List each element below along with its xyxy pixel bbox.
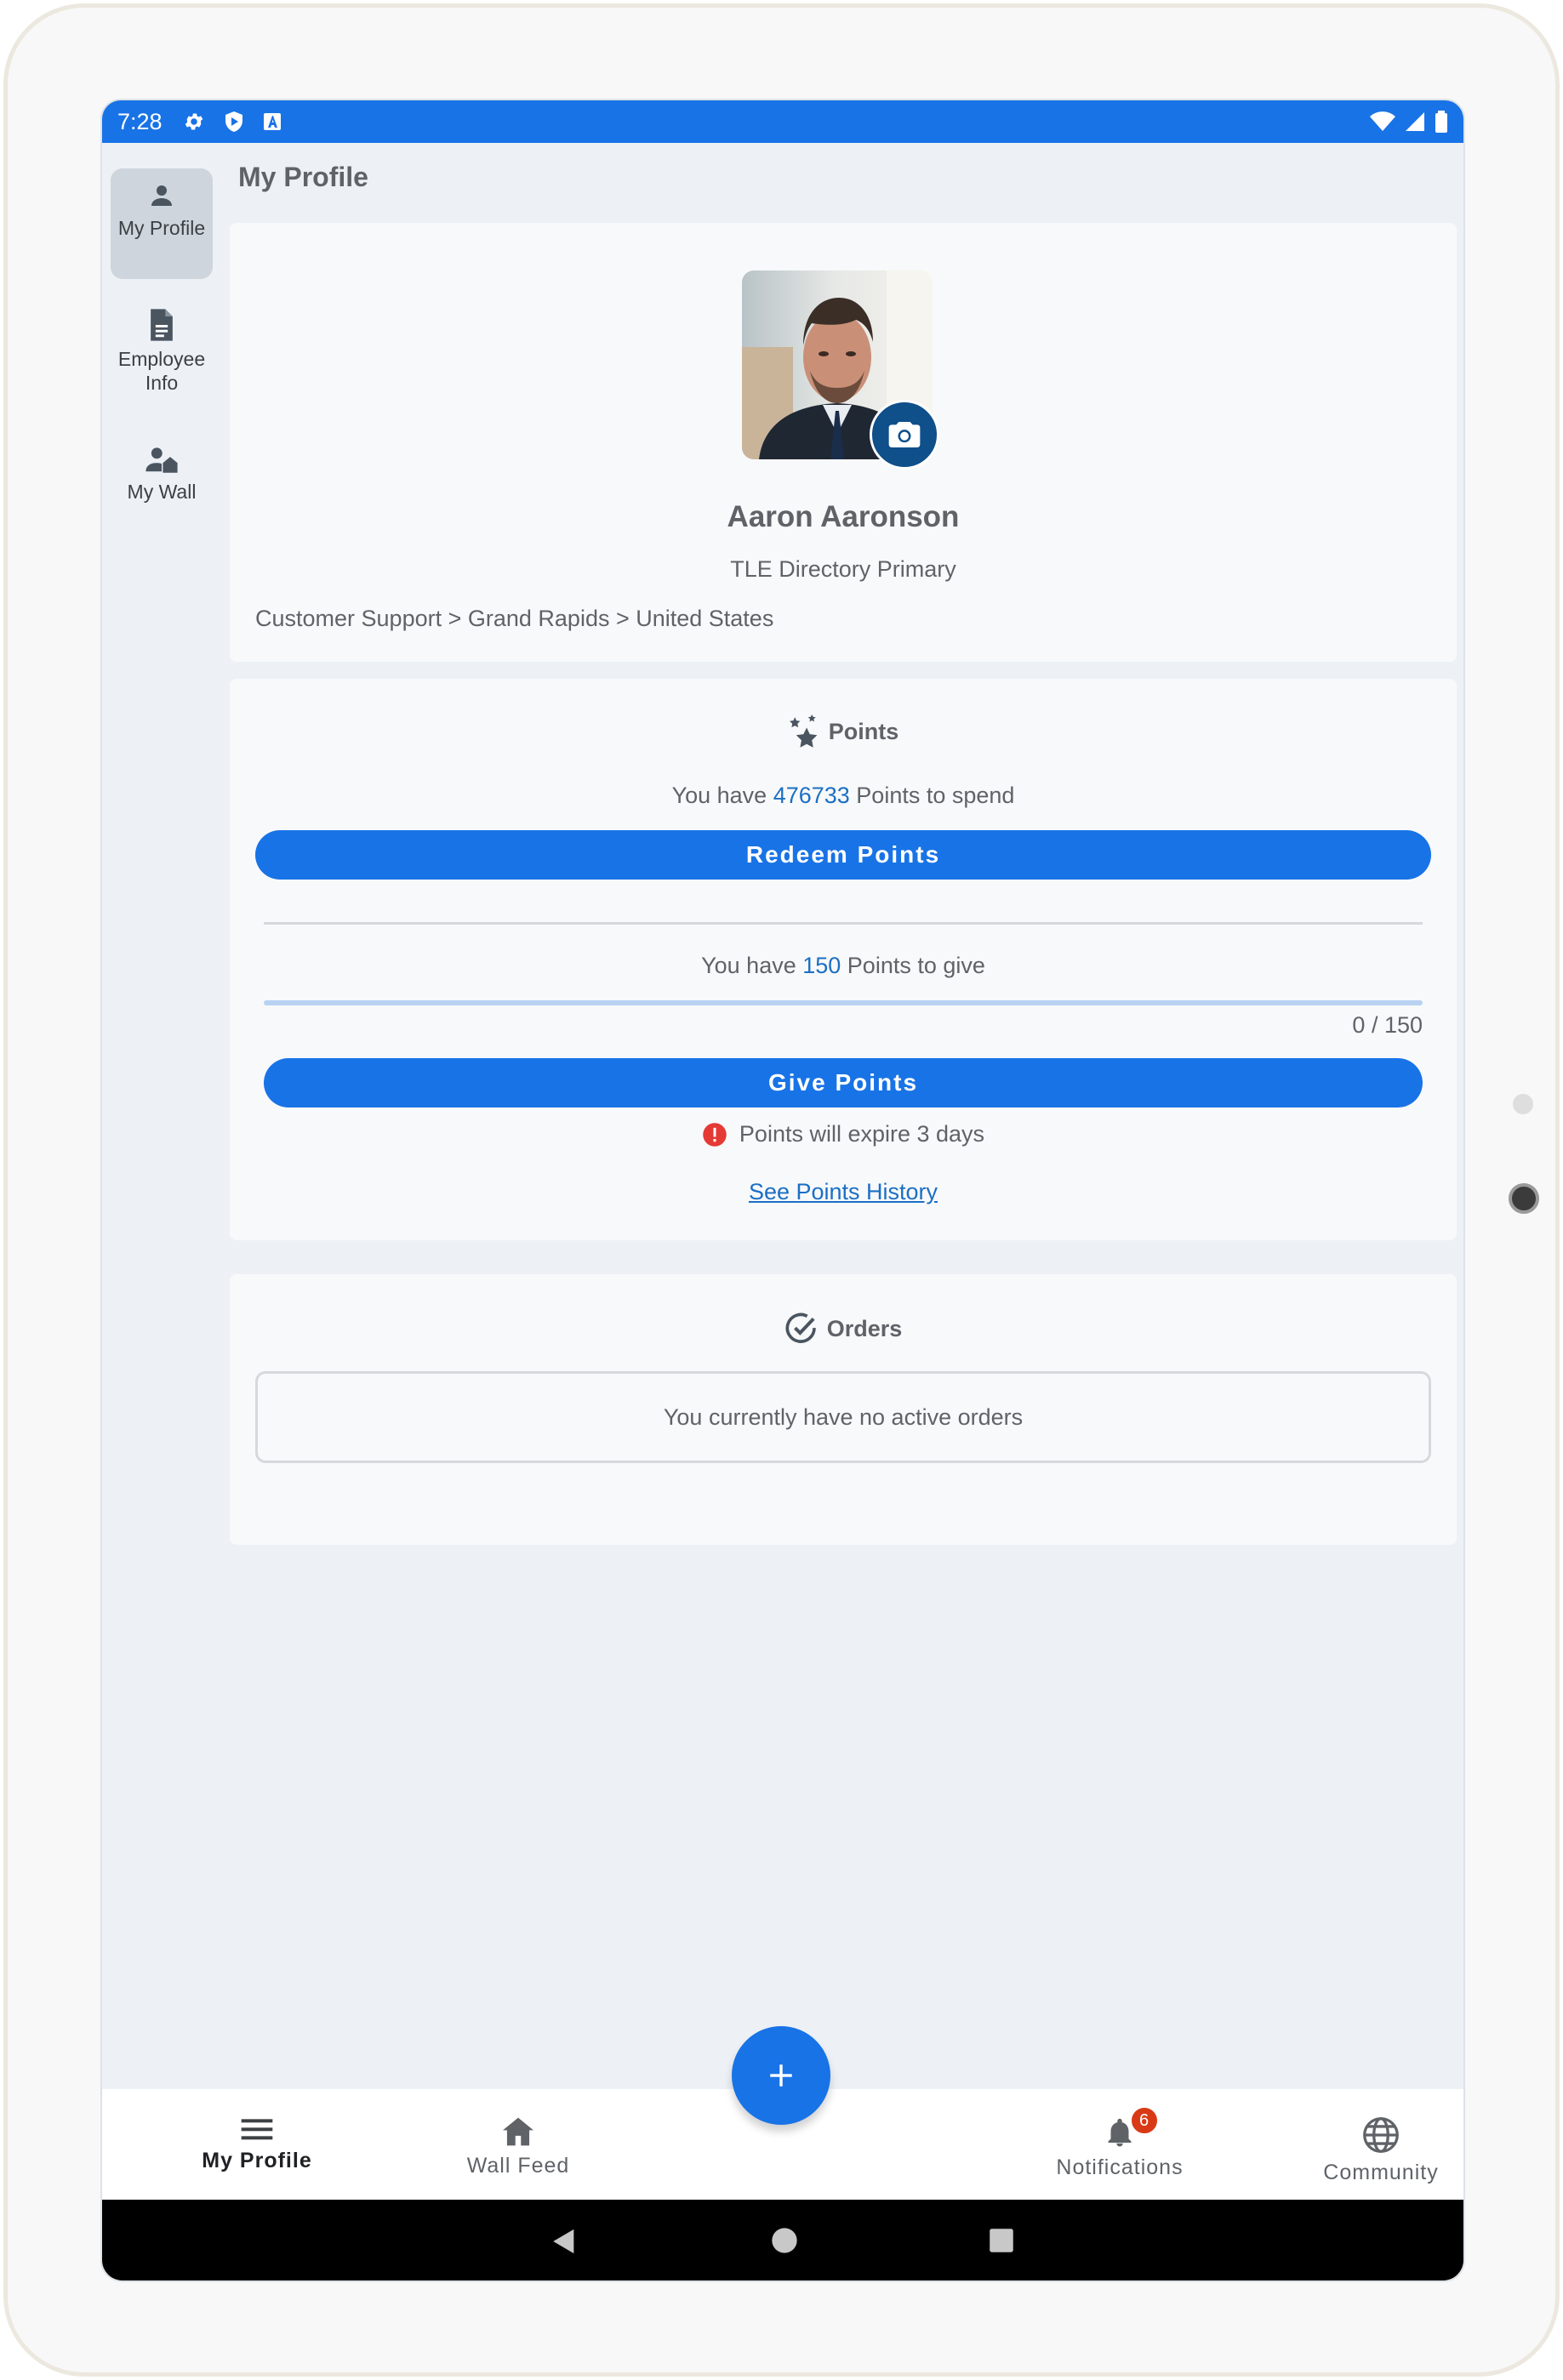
globe-icon xyxy=(1363,2117,1399,2153)
nav-label-community: Community xyxy=(1323,2161,1439,2184)
give-progress-bar xyxy=(264,1000,1423,1005)
home-circle-icon[interactable] xyxy=(771,2227,798,2254)
person-icon xyxy=(151,185,172,206)
status-bar: 7:28 xyxy=(102,100,1463,143)
profile-directory: TLE Directory Primary xyxy=(730,556,956,582)
system-navigation-bar xyxy=(102,2200,1463,2280)
add-button[interactable] xyxy=(732,2026,830,2125)
nav-label-notifications: Notifications xyxy=(1056,2155,1184,2179)
points-divider xyxy=(264,922,1423,925)
give-suffix: Points to give xyxy=(841,953,985,978)
spend-value: 476733 xyxy=(773,783,850,808)
stars-icon xyxy=(789,715,818,748)
orders-title: Orders xyxy=(826,1315,903,1341)
profile-path: Customer Support > Grand Rapids > United… xyxy=(255,606,774,631)
menu-icon xyxy=(241,2119,273,2140)
status-time: 7:28 xyxy=(117,108,163,134)
person-wall-icon xyxy=(145,447,178,473)
orders-card: Orders You currently have no active orde… xyxy=(230,1274,1457,1545)
settings-icon xyxy=(185,113,203,130)
points-title: Points xyxy=(828,718,899,744)
plus-icon xyxy=(770,2064,792,2087)
page-title: My Profile xyxy=(238,162,368,192)
signal-icon xyxy=(1406,112,1424,131)
give-prefix: You have xyxy=(701,953,803,978)
nav-label-wall-feed: Wall Feed xyxy=(466,2154,570,2178)
app-screen: 7:28 My Profile Employee Info My Wall My… xyxy=(100,99,1465,2282)
spend-prefix: You have xyxy=(671,783,773,808)
see-points-history-link[interactable]: See Points History xyxy=(749,1179,938,1204)
side-rail: My Profile Employee Info My Wall xyxy=(102,143,230,2184)
avatar-container xyxy=(742,270,939,470)
alert-icon xyxy=(703,1122,727,1147)
nav-community[interactable]: Community xyxy=(1279,2116,1463,2185)
orders-empty-state: You currently have no active orders xyxy=(255,1371,1431,1463)
back-icon[interactable] xyxy=(550,2227,579,2256)
font-a-icon xyxy=(263,113,281,130)
nav-label-my-profile: My Profile xyxy=(202,2149,312,2172)
rail-item-my-wall[interactable]: My Wall xyxy=(111,432,213,504)
recents-icon[interactable] xyxy=(989,2228,1014,2253)
sensor-dot xyxy=(1513,1094,1533,1114)
document-icon xyxy=(151,309,173,341)
rail-label-my-wall: My Wall xyxy=(127,481,197,503)
points-header: Points xyxy=(230,715,1457,749)
notifications-badge: 6 xyxy=(1130,2106,1159,2135)
check-circle-icon xyxy=(785,1312,816,1343)
give-progress-label: 0 / 150 xyxy=(1352,1012,1423,1038)
nav-notifications[interactable]: 6 Notifications xyxy=(1018,2106,1222,2180)
camera-icon xyxy=(888,422,921,447)
battery-icon xyxy=(1435,111,1447,133)
profile-card: Aaron Aaronson TLE Directory Primary Cus… xyxy=(230,223,1457,662)
points-to-spend: You have 476733 Points to spend xyxy=(230,783,1457,809)
profile-name: Aaron Aaronson xyxy=(727,500,960,533)
rail-label-info: Info xyxy=(145,372,179,394)
nav-wall-feed[interactable]: Wall Feed xyxy=(416,2116,620,2178)
points-to-give: You have 150 Points to give xyxy=(230,953,1457,979)
camera-lens xyxy=(1509,1183,1539,1214)
change-photo-button[interactable] xyxy=(870,400,939,470)
expire-text: Points will expire 3 days xyxy=(739,1121,985,1147)
give-value: 150 xyxy=(802,953,841,978)
shield-play-icon xyxy=(225,111,242,132)
wifi-icon xyxy=(1370,111,1395,131)
points-expire-notice: Points will expire 3 days xyxy=(230,1121,1457,1147)
rail-item-employee-info[interactable]: Employee Info xyxy=(111,296,213,395)
orders-header: Orders xyxy=(230,1312,1457,1346)
rail-label-employee: Employee xyxy=(117,348,206,370)
spend-suffix: Points to spend xyxy=(849,783,1015,808)
rail-item-my-profile[interactable]: My Profile xyxy=(111,168,213,279)
points-card: Points You have 476733 Points to spend R… xyxy=(230,679,1457,1240)
home-icon xyxy=(503,2117,533,2146)
nav-my-profile[interactable]: My Profile xyxy=(155,2116,359,2173)
give-points-button[interactable]: Give Points xyxy=(264,1058,1423,1107)
redeem-points-button[interactable]: Redeem Points xyxy=(255,830,1431,880)
rail-label-my-profile: My Profile xyxy=(117,217,206,239)
